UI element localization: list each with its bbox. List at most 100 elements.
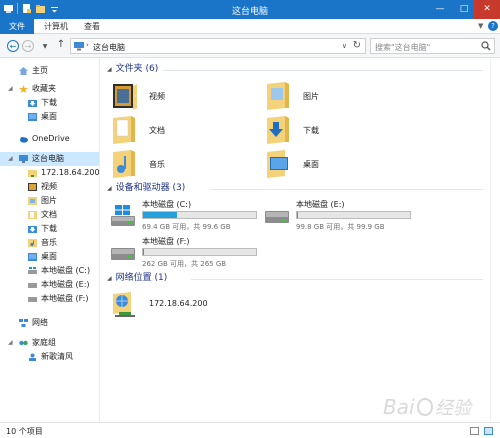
expand-icon[interactable]: ◢	[8, 336, 13, 350]
nav-item-home[interactable]: 主页	[0, 64, 99, 78]
desktop-icon	[28, 253, 37, 261]
nav-item-label: 视频	[41, 182, 57, 191]
group-title: 设备和驱动器 (3)	[115, 183, 186, 193]
capacity-bar	[142, 248, 257, 256]
group-header-devices[interactable]: ◢ 设备和驱动器 (3)	[107, 182, 185, 194]
drive-icon	[28, 297, 37, 302]
capacity-bar-fill	[143, 212, 177, 218]
expand-icon[interactable]: ◢	[8, 82, 13, 96]
picture-folder-icon	[267, 82, 289, 110]
document-folder-icon	[28, 211, 37, 219]
collapse-icon[interactable]: ◢	[107, 66, 112, 73]
nav-item-label: 文档	[41, 210, 57, 219]
expand-ribbon-icon[interactable]: ▼	[478, 22, 486, 30]
drive-name: 本地磁盘 (E:)	[296, 200, 345, 209]
nav-item-documents[interactable]: 文档	[0, 208, 99, 222]
nav-item-drive-e[interactable]: 本地磁盘 (E:)	[0, 278, 99, 292]
desktop-icon	[28, 113, 37, 121]
nav-item-desktop-pc[interactable]: 桌面	[0, 250, 99, 264]
large-icons-view-icon[interactable]	[484, 427, 493, 435]
forward-button[interactable]: →	[22, 40, 34, 52]
drive-item-c[interactable]: 本地磁盘 (C:) 69.4 GB 可用，共 99.6 GB	[111, 199, 261, 233]
status-bar: 10 个项目	[0, 422, 500, 438]
nav-item-homegroup-user[interactable]: 新歌清风	[0, 350, 99, 364]
close-icon[interactable]: ✕	[474, 0, 500, 19]
nav-item-label: 这台电脑	[32, 154, 64, 163]
refresh-icon[interactable]: ↻	[353, 40, 361, 51]
collapse-icon[interactable]: ◢	[107, 185, 112, 192]
nav-item-label: 172.18.64.200	[41, 168, 100, 177]
item-count: 10 个项目	[6, 427, 43, 436]
drive-item-f[interactable]: 本地磁盘 (F:) 262 GB 可用，共 265 GB	[111, 236, 261, 270]
folder-label: 图片	[303, 92, 319, 101]
folder-label: 文档	[149, 126, 165, 135]
drive-name: 本地磁盘 (C:)	[142, 200, 192, 209]
breadcrumb[interactable]: 这台电脑	[93, 42, 125, 53]
network-location-label: 172.18.64.200	[149, 299, 208, 308]
up-button[interactable]: ↑	[55, 39, 67, 51]
nav-item-label: 桌面	[41, 252, 57, 261]
nav-item-favorites[interactable]: ◢ 收藏夹	[0, 82, 99, 96]
capacity-bar-fill	[143, 249, 145, 255]
nav-item-drive-c[interactable]: 本地磁盘 (C:)	[0, 264, 99, 278]
nav-item-downloads[interactable]: 下载	[0, 96, 99, 110]
video-folder-icon	[113, 84, 137, 110]
back-button[interactable]: ←	[7, 40, 19, 52]
group-header-folders[interactable]: ◢ 文件夹 (6)	[107, 63, 158, 75]
picture-folder-icon	[28, 197, 37, 205]
group-header-network[interactable]: ◢ 网络位置 (1)	[107, 272, 167, 284]
nav-item-label: 收藏夹	[32, 84, 56, 93]
computer-icon	[74, 42, 84, 51]
search-icon[interactable]	[481, 41, 491, 51]
search-placeholder: 搜索"这台电脑"	[375, 43, 431, 52]
star-icon	[19, 85, 28, 93]
user-icon	[29, 353, 36, 361]
home-icon	[19, 67, 28, 75]
nav-item-desktop[interactable]: 桌面	[0, 110, 99, 124]
nav-item-onedrive[interactable]: OneDrive	[0, 132, 99, 146]
download-icon	[28, 100, 37, 107]
expand-icon[interactable]: ◢	[8, 152, 13, 166]
vertical-scrollbar[interactable]	[490, 58, 500, 422]
nav-item-videos[interactable]: 视频	[0, 180, 99, 194]
nav-item-downloads-pc[interactable]: 下载	[0, 222, 99, 236]
nav-item-label: 本地磁盘 (F:)	[41, 294, 89, 303]
nav-item-network-drive[interactable]: 172.18.64.200	[0, 166, 100, 180]
group-title: 文件夹 (6)	[115, 64, 159, 74]
nav-item-label: 主页	[32, 66, 48, 75]
recent-locations-icon[interactable]: ▼	[39, 41, 51, 53]
drive-item-e[interactable]: 本地磁盘 (E:) 99.8 GB 可用，共 99.9 GB	[265, 199, 415, 233]
drive-icon	[111, 248, 135, 260]
minimize-icon[interactable]: —	[428, 0, 452, 19]
tab-view[interactable]: 查看	[76, 19, 108, 34]
nav-item-music[interactable]: 音乐	[0, 236, 99, 250]
breadcrumb-separator-icon[interactable]: ›	[86, 41, 89, 49]
folder-label: 视频	[149, 92, 165, 101]
group-divider	[191, 279, 483, 280]
details-view-icon[interactable]	[470, 427, 479, 435]
nav-item-network[interactable]: 网络	[0, 316, 99, 330]
capacity-bar	[142, 211, 257, 219]
drive-free-space: 69.4 GB 可用，共 99.6 GB	[142, 223, 231, 231]
help-icon[interactable]: ?	[488, 21, 498, 31]
maximize-icon[interactable]: □	[452, 0, 476, 19]
nav-item-this-pc[interactable]: ◢ 这台电脑	[0, 152, 99, 166]
search-input[interactable]: 搜索"这台电脑"	[370, 38, 495, 54]
collapse-icon[interactable]: ◢	[107, 275, 112, 282]
document-folder-icon	[113, 116, 135, 144]
folder-label: 桌面	[303, 160, 319, 169]
nav-item-homegroup[interactable]: ◢ 家庭组	[0, 336, 99, 350]
music-folder-icon	[28, 239, 37, 247]
svg-text:Bai: Bai	[383, 395, 415, 419]
address-bar[interactable]: › 这台电脑 ∨ ↻	[70, 38, 366, 54]
navigation-pane: 主页 ◢ 收藏夹 下载 桌面 OneDrive ◢ 这台电脑 172.18.64…	[0, 58, 100, 422]
video-folder-icon	[28, 183, 37, 191]
tab-computer[interactable]: 计算机	[36, 19, 76, 34]
window-title: 这台电脑	[231, 7, 268, 17]
nav-item-drive-f[interactable]: 本地磁盘 (F:)	[0, 292, 99, 306]
nav-item-pictures[interactable]: 图片	[0, 194, 99, 208]
tab-file[interactable]: 文件	[0, 19, 34, 34]
nav-item-label: OneDrive	[32, 134, 70, 143]
address-dropdown-icon[interactable]: ∨	[342, 42, 347, 50]
computer-icon	[19, 155, 28, 163]
